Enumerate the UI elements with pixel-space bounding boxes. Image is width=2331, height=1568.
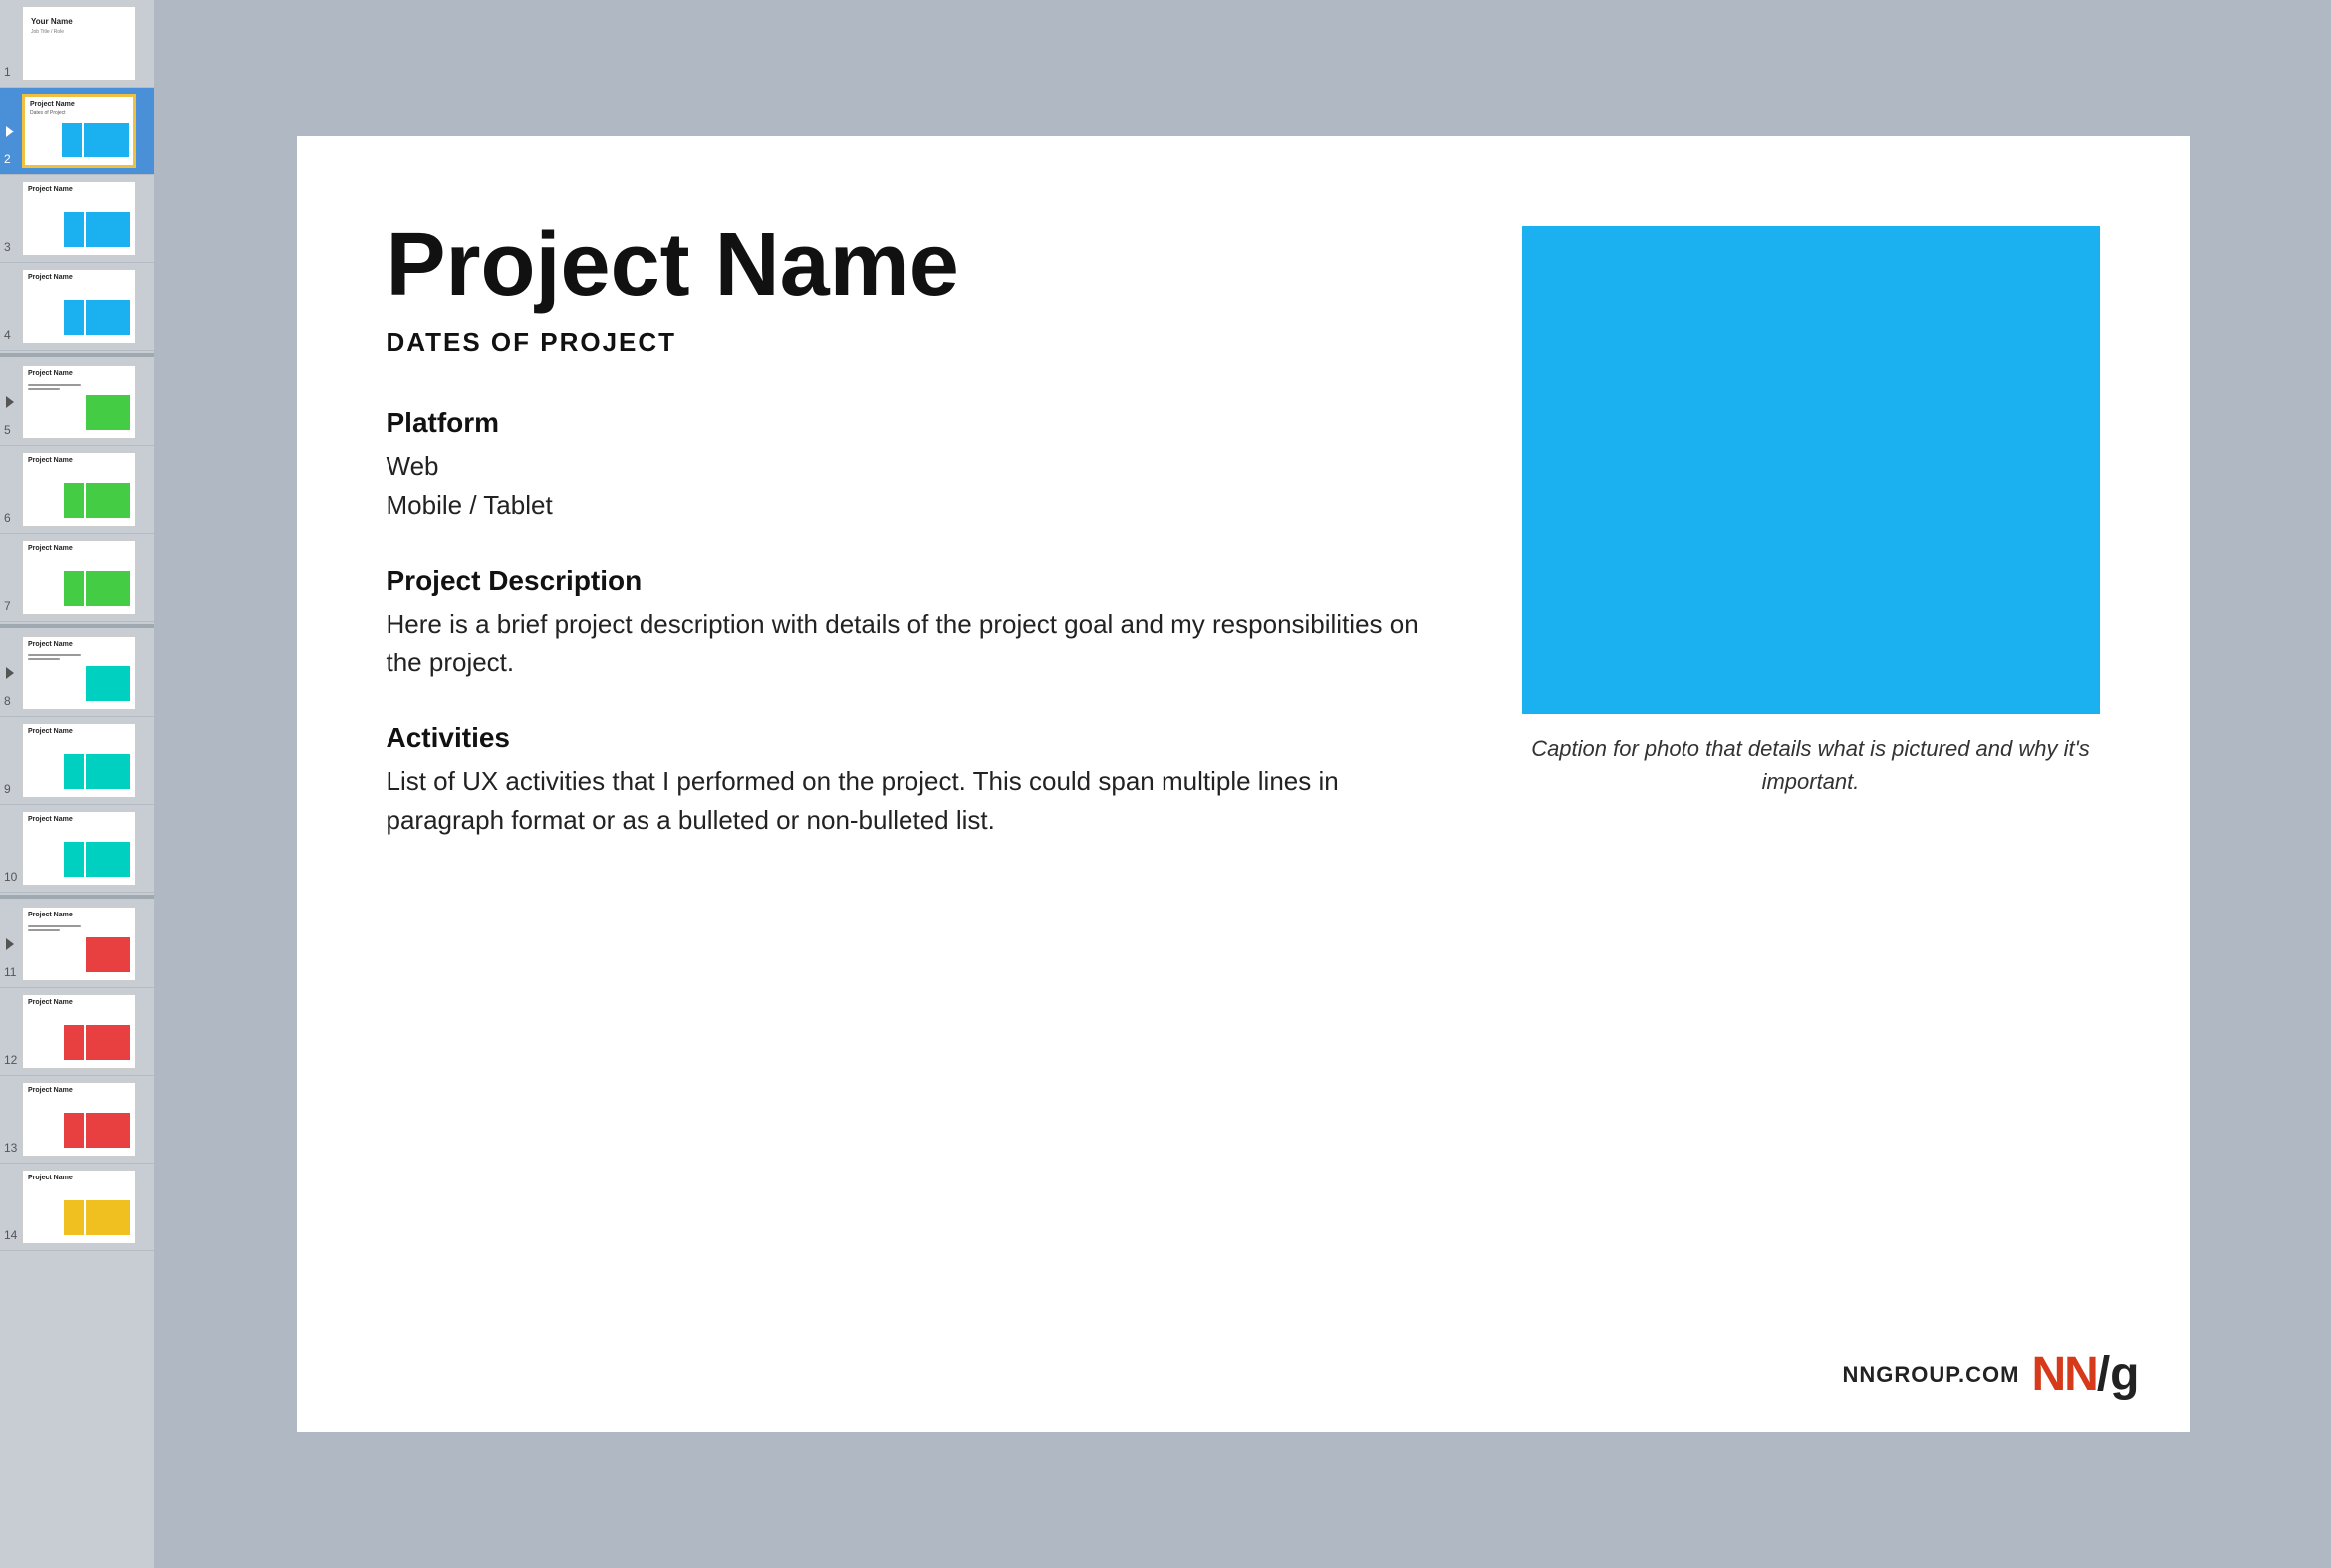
logo-slash-text: / xyxy=(2097,1347,2110,1402)
slide-number-3: 3 xyxy=(4,240,11,254)
slide7-color-rect xyxy=(86,571,130,606)
slide-thumb-7[interactable]: Project Name 7 xyxy=(0,534,154,622)
slide-left-column: Project Name DATES OF PROJECT Platform W… xyxy=(387,216,1452,1352)
slide-number-7: 7 xyxy=(4,599,11,613)
project-description-heading: Project Description xyxy=(387,565,1452,597)
slide1-subtitle: Job Title / Role xyxy=(31,29,64,35)
project-description-text: Here is a brief project description with… xyxy=(387,605,1452,682)
footer-url: NNGROUP.COM xyxy=(1842,1362,2019,1388)
slide9-color-rect2 xyxy=(64,754,84,789)
slide-thumb-6[interactable]: Project Name 6 xyxy=(0,446,154,534)
slide8-lines xyxy=(28,654,81,662)
divider-3 xyxy=(0,895,154,899)
slide-canvas: Project Name DATES OF PROJECT Platform W… xyxy=(297,136,2190,1432)
slide-number-14: 14 xyxy=(4,1228,17,1242)
nngroup-logo: NN / g xyxy=(2032,1347,2140,1402)
slide3-color-rect2 xyxy=(64,212,84,247)
slide-thumb-9[interactable]: Project Name 9 xyxy=(0,717,154,805)
slide6-color-rect xyxy=(86,483,130,518)
slide5-color-rect xyxy=(86,395,130,430)
slide12-color-rect xyxy=(86,1025,130,1060)
slide-number-6: 6 xyxy=(4,511,11,525)
slide13-title: Project Name xyxy=(28,1087,73,1094)
slide10-title: Project Name xyxy=(28,816,73,823)
slide-thumb-14[interactable]: Project Name 14 xyxy=(0,1164,154,1251)
slide-thumb-12[interactable]: Project Name 12 xyxy=(0,988,154,1076)
project-name-heading: Project Name xyxy=(387,216,1452,315)
slide-thumb-4[interactable]: Project Name 4 xyxy=(0,263,154,351)
platform-text: Web Mobile / Tablet xyxy=(387,447,1452,525)
triangle-11-icon xyxy=(6,938,14,950)
slide-thumb-2[interactable]: Project Name Dates of Project 2 xyxy=(0,88,154,175)
slide-number-4: 4 xyxy=(4,328,11,342)
slide-panel: Your Name Job Title / Role 1 Project Nam… xyxy=(0,0,154,1568)
slide-number-10: 10 xyxy=(4,870,17,884)
platform-line2: Mobile / Tablet xyxy=(387,490,553,520)
slide12-title: Project Name xyxy=(28,999,73,1006)
slide6-title: Project Name xyxy=(28,457,73,464)
slide4-color-rect xyxy=(86,300,130,335)
slide2-color-rect2 xyxy=(62,123,82,157)
slide14-color-rect2 xyxy=(64,1200,84,1235)
divider-2 xyxy=(0,624,154,628)
slide14-color-rect xyxy=(86,1200,130,1235)
slide-number-5: 5 xyxy=(4,423,11,437)
triangle-5-icon xyxy=(6,396,14,408)
slide-thumb-13[interactable]: Project Name 13 xyxy=(0,1076,154,1164)
slide-right-column: Caption for photo that details what is p… xyxy=(1512,216,2110,1352)
slide-number-8: 8 xyxy=(4,694,11,708)
slide13-color-rect2 xyxy=(64,1113,84,1148)
slide11-lines xyxy=(28,925,81,933)
slide-footer: NNGROUP.COM NN / g xyxy=(1842,1347,2139,1402)
slide2-title: Project Name xyxy=(30,101,75,108)
slide-thumb-10[interactable]: Project Name 10 xyxy=(0,805,154,893)
slide12-color-rect2 xyxy=(64,1025,84,1060)
slide10-color-rect2 xyxy=(64,842,84,877)
activities-text: List of UX activities that I performed o… xyxy=(387,762,1452,840)
slide-number-1: 1 xyxy=(4,65,11,79)
slide8-color-rect xyxy=(86,666,130,701)
slide-number-9: 9 xyxy=(4,782,11,796)
slide-number-11: 11 xyxy=(4,965,16,979)
dates-label: DATES OF PROJECT xyxy=(387,327,1452,358)
slide9-color-rect xyxy=(86,754,130,789)
platform-heading: Platform xyxy=(387,407,1452,439)
slide11-color-rect xyxy=(86,937,130,972)
slide4-title: Project Name xyxy=(28,274,73,281)
slide-thumb-5[interactable]: Project Name 5 xyxy=(0,359,154,446)
slide5-lines xyxy=(28,384,81,392)
slide5-title: Project Name xyxy=(28,370,73,377)
slide3-color-rect xyxy=(86,212,130,247)
active-triangle-icon xyxy=(6,126,14,137)
slide-thumb-11[interactable]: Project Name 11 xyxy=(0,901,154,988)
activities-heading: Activities xyxy=(387,722,1452,754)
slide7-color-rect2 xyxy=(64,571,84,606)
photo-caption: Caption for photo that details what is p… xyxy=(1512,732,2110,798)
slide9-title: Project Name xyxy=(28,728,73,735)
photo-placeholder xyxy=(1522,226,2100,714)
slide3-title: Project Name xyxy=(28,186,73,193)
slide14-title: Project Name xyxy=(28,1175,73,1181)
main-area: Project Name DATES OF PROJECT Platform W… xyxy=(154,0,2331,1568)
logo-g-text: g xyxy=(2110,1347,2139,1402)
slide4-color-rect2 xyxy=(64,300,84,335)
slide1-name: Your Name xyxy=(31,17,73,26)
slide-thumb-8[interactable]: Project Name 8 xyxy=(0,630,154,717)
slide-number-13: 13 xyxy=(4,1141,17,1155)
slide7-title: Project Name xyxy=(28,545,73,552)
slide-thumb-3[interactable]: Project Name 3 xyxy=(0,175,154,263)
slide-number-12: 12 xyxy=(4,1053,17,1067)
slide8-title: Project Name xyxy=(28,641,73,648)
logo-nn-text: NN xyxy=(2032,1347,2097,1402)
slide10-color-rect xyxy=(86,842,130,877)
triangle-8-icon xyxy=(6,667,14,679)
slide6-color-rect2 xyxy=(64,483,84,518)
slide-number-2: 2 xyxy=(4,152,11,166)
slide13-color-rect xyxy=(86,1113,130,1148)
slide11-title: Project Name xyxy=(28,912,73,918)
platform-line1: Web xyxy=(387,451,439,481)
slide-thumb-1[interactable]: Your Name Job Title / Role 1 xyxy=(0,0,154,88)
divider-1 xyxy=(0,353,154,357)
slide2-color-rect xyxy=(84,123,129,157)
